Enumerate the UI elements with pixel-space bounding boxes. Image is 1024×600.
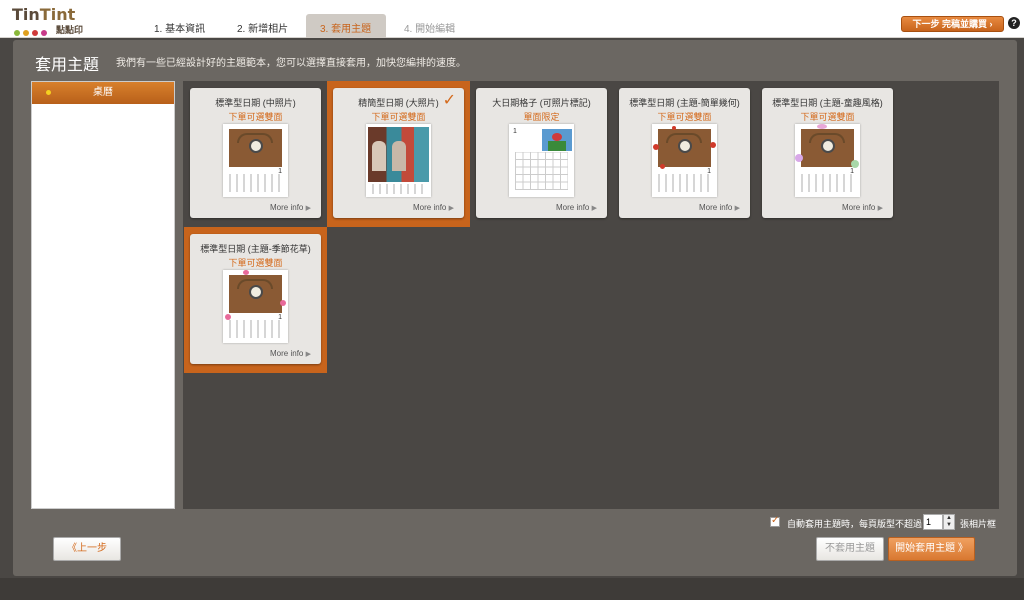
- template-subtitle: 單面限定: [523, 112, 560, 122]
- logo-dots: [14, 25, 50, 39]
- template-title: 標準型日期 (中照片): [215, 98, 296, 108]
- template-subtitle: 下單可選雙面: [800, 112, 855, 122]
- tintint-logo[interactable]: TinTint 點點印: [12, 5, 92, 36]
- page-subtitle: 我們有一些已經設計好的主題範本，您可以選擇直接套用，加快您編排的速度。: [116, 58, 466, 69]
- template-title: 標準型日期 (主題-童趣風格): [772, 98, 883, 108]
- template-preview: 1: [652, 124, 717, 197]
- page-title: 套用主題: [35, 57, 100, 74]
- template-preview: [366, 124, 431, 197]
- stepper-arrows-icon[interactable]: ▲ ▼: [943, 514, 955, 530]
- more-info-link[interactable]: More info ▶: [270, 203, 311, 212]
- next-checkout-button[interactable]: 下一步 完稿並購買 ›: [901, 16, 1004, 32]
- step-apply-theme[interactable]: 3. 套用主題: [306, 14, 386, 38]
- template-title: 標準型日期 (主題-季節花草): [200, 244, 311, 254]
- template-card-selected[interactable]: 精簡型日期 (大照片) ✓ 下單可選雙面 More info ▶: [333, 88, 464, 218]
- template-card[interactable]: 標準型日期 (主題-季節花草) 下單可選雙面 1 More info ▶: [190, 234, 321, 364]
- footer-strip: [0, 578, 1024, 600]
- checkmark-icon: ✓: [442, 92, 456, 109]
- step-start-edit[interactable]: 4. 開始編輯: [390, 14, 469, 38]
- bullet-icon: [46, 90, 51, 95]
- template-card[interactable]: 標準型日期 (中照片) 下單可選雙面 1 More info ▶: [190, 88, 321, 218]
- auto-apply-unit: 張相片框: [960, 519, 997, 529]
- logo-subtitle: 點點印: [56, 25, 84, 35]
- template-card[interactable]: 標準型日期 (主題-童趣風格) 下單可選雙面 1 More info ▶: [762, 88, 893, 218]
- template-preview: 1: [223, 124, 288, 197]
- step-add-photos[interactable]: 2. 新增相片: [223, 14, 302, 38]
- play-arrow-icon: ▶: [305, 351, 311, 358]
- template-title: 大日期格子 (可照片標記): [492, 98, 591, 108]
- auto-apply-label: 自動套用主題時，每頁版型不超過: [787, 519, 923, 529]
- template-subtitle: 下單可選雙面: [228, 258, 283, 268]
- template-preview: 1: [509, 124, 574, 197]
- template-title: 標準型日期 (主題-簡單幾何): [629, 98, 740, 108]
- template-preview: 1: [795, 124, 860, 197]
- play-arrow-icon: ▶: [591, 205, 597, 212]
- play-arrow-icon: ▶: [734, 205, 740, 212]
- more-info-link[interactable]: More info ▶: [699, 203, 740, 212]
- template-subtitle: 下單可選雙面: [371, 112, 426, 122]
- template-subtitle: 下單可選雙面: [228, 112, 283, 122]
- top-bar: TinTint 點點印 1. 基本資訊 2. 新增相片 3. 套用主題 4. 開…: [0, 0, 1024, 38]
- previous-step-button[interactable]: 《上一步: [53, 537, 121, 561]
- logo-wordmark: TinTint: [12, 5, 76, 24]
- template-preview: 1: [223, 270, 288, 343]
- play-arrow-icon: ▶: [448, 205, 454, 212]
- play-arrow-icon: ▶: [877, 205, 883, 212]
- sidebar-item-desk-calendar[interactable]: 桌曆: [32, 82, 174, 104]
- category-sidebar: 桌曆: [31, 81, 175, 509]
- skip-theme-button[interactable]: 不套用主題: [816, 537, 884, 561]
- sidebar-item-label: 桌曆: [93, 87, 113, 98]
- play-arrow-icon: ▶: [305, 205, 311, 212]
- more-info-link[interactable]: More info ▶: [556, 203, 597, 212]
- help-icon[interactable]: ?: [1008, 17, 1020, 29]
- template-grid: 標準型日期 (中照片) 下單可選雙面 1 More info ▶ 精簡型日期 (…: [183, 81, 999, 509]
- step-basic-info[interactable]: 1. 基本資訊: [140, 14, 219, 38]
- main-panel: 套用主題 我們有一些已經設計好的主題範本，您可以選擇直接套用，加快您編排的速度。…: [13, 40, 1017, 576]
- more-info-link[interactable]: More info ▶: [270, 349, 311, 358]
- frames-per-page-input[interactable]: 1: [923, 514, 943, 530]
- template-card[interactable]: 標準型日期 (主題-簡單幾何) 下單可選雙面 1 More info ▶: [619, 88, 750, 218]
- auto-apply-checkbox[interactable]: [770, 515, 780, 527]
- apply-theme-button[interactable]: 開始套用主題 》: [888, 537, 975, 561]
- more-info-link[interactable]: More info ▶: [842, 203, 883, 212]
- template-card[interactable]: 大日期格子 (可照片標記) 單面限定 1 More info ▶: [476, 88, 607, 218]
- template-subtitle: 下單可選雙面: [657, 112, 712, 122]
- more-info-link[interactable]: More info ▶: [413, 203, 454, 212]
